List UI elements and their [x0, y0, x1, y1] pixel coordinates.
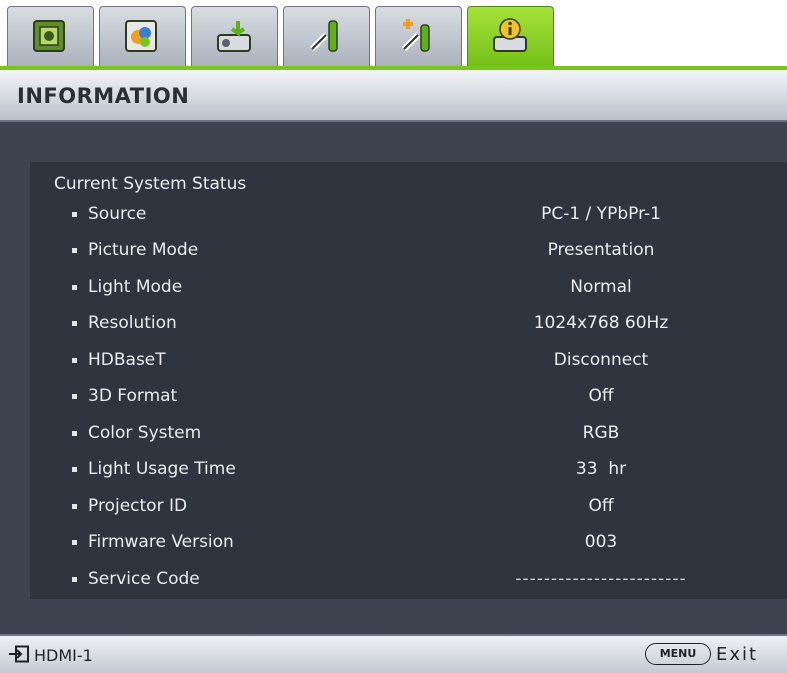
bullet: [72, 577, 77, 582]
status-row-source: Source PC-1 / YPbPr-1: [30, 199, 787, 235]
current-source: HDMI-1: [34, 646, 93, 665]
exit-label: Exit: [716, 644, 759, 665]
status-heading: Current System Status: [54, 174, 247, 194]
bullet: [72, 248, 77, 253]
status-label: 3D Format: [88, 386, 178, 406]
status-value: 1024x768 60Hz: [533, 313, 669, 333]
status-row-hdbaset: HDBaseT Disconnect: [30, 345, 787, 381]
status-row-resolution: Resolution 1024x768 60Hz: [30, 308, 787, 344]
status-bar: HDMI-1 MENU Exit: [0, 634, 787, 673]
status-value: PC-1 / YPbPr-1: [541, 204, 661, 224]
input-source-icon: [9, 645, 29, 663]
system-status-panel: Current System Status Source PC-1 / YPbP…: [30, 162, 787, 599]
status-value: Disconnect: [553, 350, 649, 370]
status-row-firmware-version: Firmware Version 003: [30, 527, 787, 563]
status-label: Service Code: [88, 569, 200, 589]
display-picture-icon: [33, 20, 65, 52]
main-area: Current System Status Source PC-1 / YPbP…: [0, 122, 787, 634]
status-label: Source: [88, 204, 147, 224]
status-value: 33 hr: [575, 459, 627, 479]
bullet: [72, 358, 77, 363]
status-label: Light Mode: [88, 277, 183, 297]
bullet: [72, 540, 77, 545]
tab-source[interactable]: [191, 6, 278, 68]
tab-system-basic[interactable]: [283, 6, 370, 68]
status-row-picture-mode: Picture Mode Presentation: [30, 235, 787, 271]
tab-display[interactable]: [7, 6, 94, 68]
menu-button[interactable]: MENU: [645, 643, 711, 665]
information-icon: [493, 18, 527, 52]
status-row-color-system: Color System RGB: [30, 418, 787, 454]
status-value: RGB: [582, 423, 620, 443]
bullet: [72, 285, 77, 290]
status-row-light-usage-time: Light Usage Time 33 hr: [30, 454, 787, 490]
status-row-projector-id: Projector ID Off: [30, 491, 787, 527]
status-value: Presentation: [547, 240, 655, 260]
system-setup-advanced-icon: [401, 19, 430, 52]
status-label: Color System: [88, 423, 202, 443]
status-row-service-code: Service Code ------------------------: [30, 564, 787, 600]
status-value: ------------------------: [515, 569, 687, 589]
bullet: [72, 321, 77, 326]
status-value: Normal: [570, 277, 632, 297]
bullet: [72, 212, 77, 217]
status-label: Light Usage Time: [88, 459, 236, 479]
tab-picture[interactable]: [99, 6, 186, 68]
status-row-3d-format: 3D Format Off: [30, 381, 787, 417]
title-bar: INFORMATION: [0, 70, 787, 122]
picture-adjust-icon: [125, 20, 157, 52]
status-label: Picture Mode: [88, 240, 199, 260]
system-setup-basic-icon: [309, 20, 338, 52]
tab-information[interactable]: [467, 6, 554, 68]
status-row-light-mode: Light Mode Normal: [30, 272, 787, 308]
tab-system-advanced[interactable]: [375, 6, 462, 68]
bullet: [72, 467, 77, 472]
status-value: Off: [588, 386, 614, 406]
projector-source-icon: [217, 21, 251, 52]
status-label: Firmware Version: [88, 532, 234, 552]
status-value: 003: [584, 532, 618, 552]
bullet: [72, 394, 77, 399]
bullet: [72, 431, 77, 436]
status-label: Projector ID: [88, 496, 188, 516]
bullet: [72, 504, 77, 509]
menu-tab-bar: [0, 0, 787, 68]
page-title: INFORMATION: [17, 84, 190, 108]
status-label: Resolution: [88, 313, 177, 333]
status-value: Off: [588, 496, 614, 516]
status-label: HDBaseT: [88, 350, 166, 370]
